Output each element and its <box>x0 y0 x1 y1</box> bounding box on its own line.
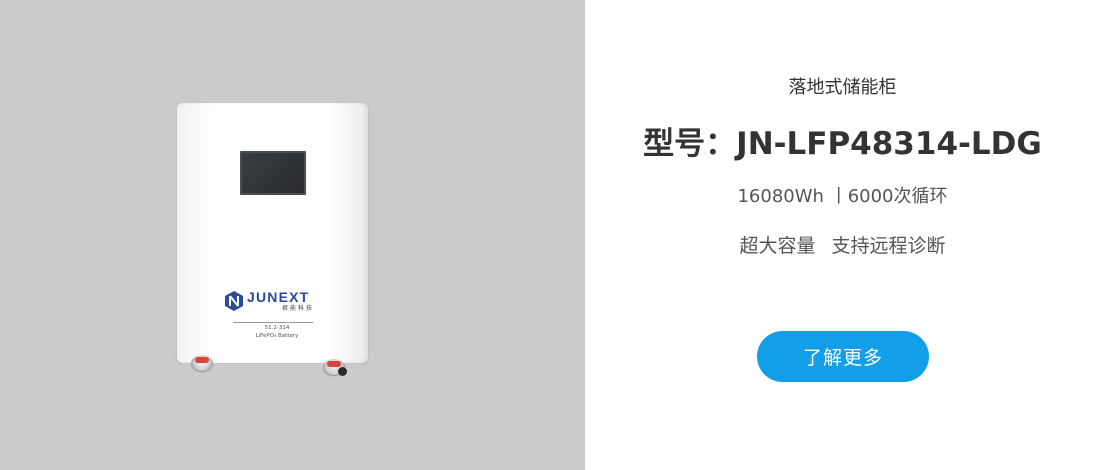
product-model: 型号：JN-LFP48314-LDG <box>643 126 1042 162</box>
spec-cycles: 6000次循环 <box>847 186 948 207</box>
energy-storage-cabinet: JUNEXT 君能科技 51.2-314 LiFePO₄ Battery <box>177 103 368 363</box>
product-specs: 16080Wh 丨6000次循环 <box>585 184 1100 210</box>
spec-energy: 16080Wh <box>737 186 824 207</box>
label-divider <box>233 322 313 323</box>
battery-spec-label: 51.2-314 <box>264 325 290 331</box>
product-image-panel: JUNEXT 君能科技 51.2-314 LiFePO₄ Battery <box>0 0 585 470</box>
junext-logo-icon <box>225 291 243 311</box>
product-info-panel: 落地式储能柜 型号：JN-LFP48314-LDG 16080Wh 丨6000次… <box>585 0 1100 470</box>
brand-subtitle: 君能科技 <box>282 305 315 312</box>
battery-type-label: LiFePO₄ Battery <box>255 333 299 339</box>
product-category: 落地式储能柜 <box>788 77 897 98</box>
product-features: 超大容量 支持远程诊断 <box>585 233 1100 259</box>
caster-wheel-left <box>191 355 213 371</box>
brand-name: JUNEXT <box>247 289 310 305</box>
feature-capacity: 超大容量 <box>739 235 816 257</box>
feature-remote-diagnosis: 支持远程诊断 <box>831 235 946 257</box>
learn-more-button[interactable]: 了解更多 <box>757 331 929 382</box>
caster-wheel-right <box>323 359 347 376</box>
cabinet-display-screen <box>240 151 306 195</box>
brand-logo-group: JUNEXT 君能科技 <box>224 290 334 314</box>
spec-separator: 丨 <box>829 186 848 207</box>
